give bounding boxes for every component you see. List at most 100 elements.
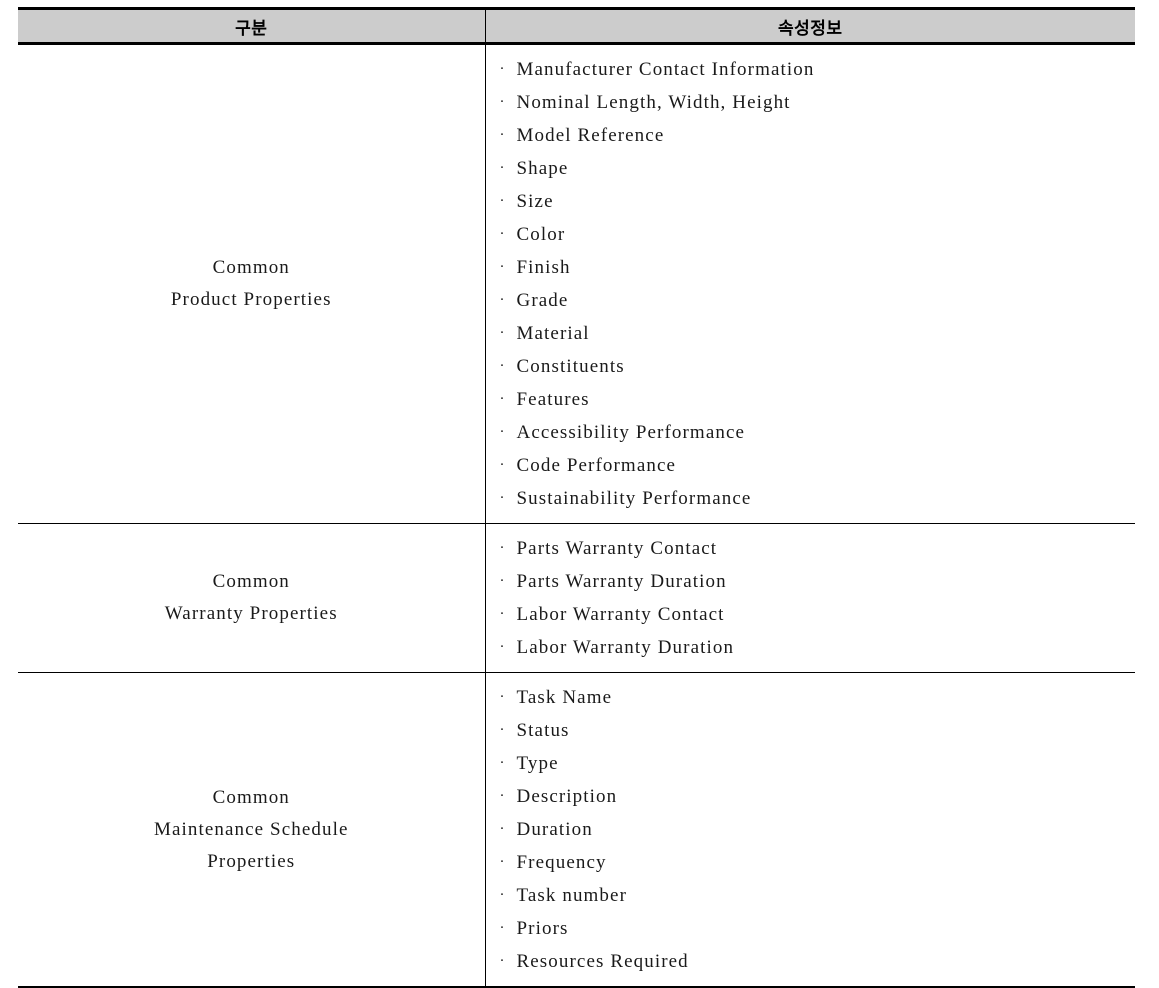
list-item: · Size xyxy=(500,185,1136,218)
attribute-label: Accessibility Performance xyxy=(516,422,746,443)
attribute-label: Shape xyxy=(516,158,569,179)
list-item: · Features xyxy=(500,383,1136,416)
category-label: Common Warranty Properties xyxy=(18,560,485,636)
attribute-label: Features xyxy=(516,389,590,410)
attribute-label: Labor Warranty Duration xyxy=(516,637,735,658)
table-row: Common Maintenance Schedule Properties · Tas… xyxy=(18,672,1136,988)
document-page: 구분 속성정보 Common Product Properties · Manufac… xyxy=(0,0,1159,988)
attribute-label: Task number xyxy=(516,885,627,906)
attribute-label: Type xyxy=(516,753,559,774)
list-item: · Task Name xyxy=(500,681,1136,714)
bullet-dot-icon: · xyxy=(499,788,506,804)
attribute-label: Model Reference xyxy=(516,125,665,146)
list-item: · Resources Required xyxy=(500,945,1136,978)
bullet-dot-icon: · xyxy=(499,755,506,771)
list-item: · Finish xyxy=(500,251,1136,284)
bullet-dot-icon: · xyxy=(499,639,506,655)
list-item: · Constituents xyxy=(500,350,1136,383)
attribute-list: · Task Name · Status · Type · Description · Durat… xyxy=(486,673,1136,986)
attribute-list: · Parts Warranty Contact · Parts Warranty D… xyxy=(486,524,1136,672)
bullet-dot-icon: · xyxy=(499,325,506,341)
list-item: · Nominal Length, Width, Height xyxy=(500,86,1136,119)
list-item: · Color xyxy=(500,218,1136,251)
bullet-dot-icon: · xyxy=(499,193,506,209)
category-label-line: Common xyxy=(212,786,290,808)
list-item: · Labor Warranty Contact xyxy=(500,598,1136,631)
attribute-list: · Manufacturer Contact Information · Nomina… xyxy=(486,45,1136,523)
table-header: 구분 속성정보 xyxy=(18,7,1135,45)
attribute-label: Frequency xyxy=(516,852,607,873)
list-item: · Parts Warranty Contact xyxy=(500,532,1136,565)
attribute-label: Finish xyxy=(516,257,571,278)
list-item: · Type xyxy=(500,747,1136,780)
list-item: · Labor Warranty Duration xyxy=(500,631,1136,664)
category-label: Common Product Properties xyxy=(18,246,485,322)
list-item: · Frequency xyxy=(500,846,1136,879)
bullet-dot-icon: · xyxy=(499,887,506,903)
category-label-line: Common xyxy=(212,571,290,592)
bullet-dot-icon: · xyxy=(499,391,506,407)
list-item: · Task number xyxy=(500,879,1136,912)
attribute-label: Duration xyxy=(516,819,593,840)
bullet-dot-icon: · xyxy=(499,953,506,969)
attribute-label: Parts Warranty Duration xyxy=(516,571,727,592)
attribute-label: Constituents xyxy=(516,356,625,377)
table-body: Common Product Properties · Manufacturer Co… xyxy=(18,43,1136,988)
bullet-dot-icon: · xyxy=(499,722,506,738)
bullet-dot-icon: · xyxy=(499,457,506,473)
list-item: · Status xyxy=(500,714,1136,747)
bullet-dot-icon: · xyxy=(499,160,506,176)
attributes-cell: · Manufacturer Contact Information · Nomina… xyxy=(485,43,1136,524)
category-label-line: Common xyxy=(212,257,290,278)
attribute-label: Resources Required xyxy=(516,951,689,972)
bullet-dot-icon: · xyxy=(499,424,506,440)
bullet-dot-icon: · xyxy=(499,689,506,705)
attribute-label: Color xyxy=(516,224,566,245)
category-cell: Common Product Properties xyxy=(18,43,486,524)
list-item: · Model Reference xyxy=(500,119,1136,152)
list-item: · Shape xyxy=(500,152,1136,185)
attribute-label: Nominal Length, Width, Height xyxy=(516,92,791,113)
attribute-label: Parts Warranty Contact xyxy=(516,538,718,559)
category-label-line: Maintenance Schedule xyxy=(153,818,349,840)
list-item: · Description xyxy=(500,780,1136,813)
bullet-dot-icon: · xyxy=(499,490,506,506)
bullet-dot-icon: · xyxy=(499,854,506,870)
attribute-label: Material xyxy=(516,323,590,344)
bullet-dot-icon: · xyxy=(499,259,506,275)
bullet-dot-icon: · xyxy=(499,821,506,837)
attribute-label: Labor Warranty Contact xyxy=(516,604,725,625)
bullet-dot-icon: · xyxy=(499,573,506,589)
attributes-cell: · Parts Warranty Contact · Parts Warranty D… xyxy=(485,523,1136,673)
bullet-dot-icon: · xyxy=(499,606,506,622)
bullet-dot-icon: · xyxy=(499,127,506,143)
column-header-category: 구분 xyxy=(18,7,486,45)
attribute-label: Description xyxy=(516,786,618,807)
bullet-dot-icon: · xyxy=(499,540,506,556)
category-label-line: Warranty Properties xyxy=(164,603,338,624)
bullet-dot-icon: · xyxy=(499,226,506,242)
table-row: Common Warranty Properties · Parts Warranty… xyxy=(18,523,1136,673)
category-label: Common Maintenance Schedule Properties xyxy=(18,776,485,884)
bullet-dot-icon: · xyxy=(499,358,506,374)
list-item: · Code Performance xyxy=(500,449,1136,482)
bullet-dot-icon: · xyxy=(499,61,506,77)
attribute-label: Priors xyxy=(516,918,569,939)
category-label-line: Properties xyxy=(207,850,296,872)
list-item: · Sustainability Performance xyxy=(500,482,1136,515)
list-item: · Priors xyxy=(500,912,1136,945)
list-item: · Accessibility Performance xyxy=(500,416,1136,449)
bullet-dot-icon: · xyxy=(499,920,506,936)
attribute-label: Task Name xyxy=(516,687,613,708)
list-item: · Duration xyxy=(500,813,1136,846)
table-row: Common Product Properties · Manufacturer Co… xyxy=(18,43,1136,524)
list-item: · Grade xyxy=(500,284,1136,317)
bullet-dot-icon: · xyxy=(499,292,506,308)
column-header-attributes: 속성정보 xyxy=(485,7,1135,45)
list-item: · Manufacturer Contact Information xyxy=(500,53,1136,86)
attribute-label: Status xyxy=(516,720,570,741)
attribute-label: Manufacturer Contact Information xyxy=(516,59,815,80)
attribute-label: Code Performance xyxy=(516,455,677,476)
bullet-dot-icon: · xyxy=(499,94,506,110)
category-label-line: Product Properties xyxy=(170,289,332,310)
